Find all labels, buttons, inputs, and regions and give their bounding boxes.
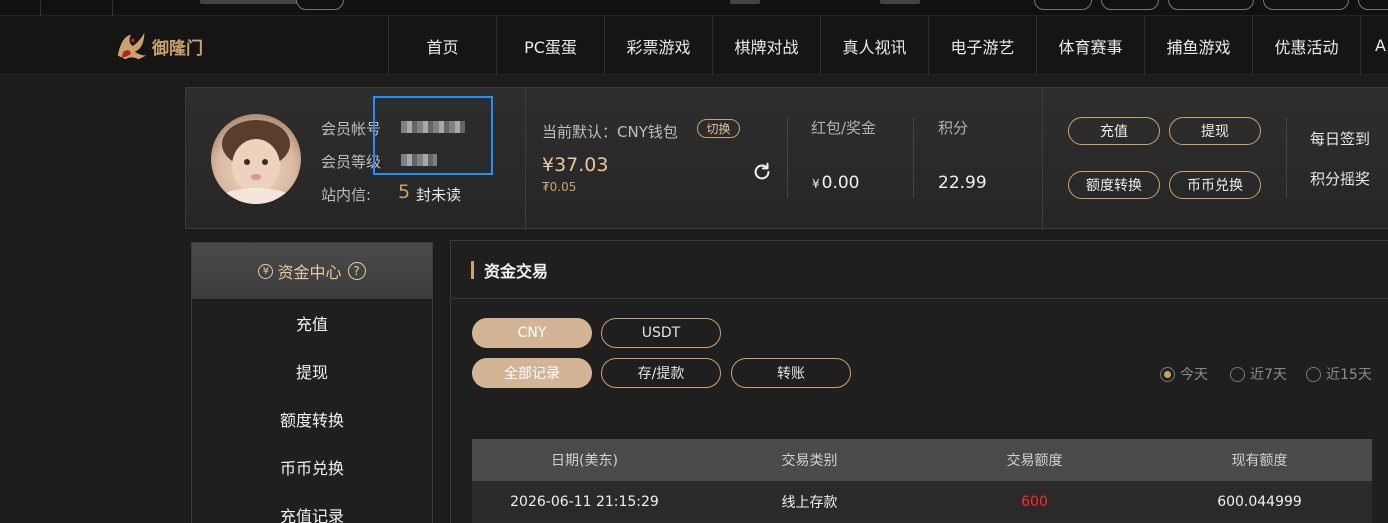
unread-suffix[interactable]: 封未读: [416, 184, 461, 205]
sidebar-item-deposit-records[interactable]: 充值记录: [192, 491, 432, 523]
deposit-button[interactable]: 充值: [1068, 117, 1160, 145]
top-utility-bar: [0, 0, 1388, 16]
title-accent-bar: [471, 260, 474, 279]
account-label: 会员帐号: [321, 120, 382, 138]
radio-icon: [1230, 366, 1245, 382]
divider: [1042, 88, 1043, 230]
cell-date: 2026-06-11 21:15:29: [510, 494, 659, 510]
range-label: 今天: [1180, 367, 1208, 383]
wallet-balance: ¥37.03: [542, 154, 609, 176]
avatar[interactable]: [211, 114, 301, 204]
user-info-bar: 会员帐号 会员等级 站内信: 5 封未读 当前默认：CNY钱包 切换 ¥37.0…: [185, 87, 1388, 230]
divider: [913, 118, 914, 198]
range-7-days[interactable]: 近7天: [1230, 364, 1287, 384]
cell-type: 线上存款: [781, 495, 838, 511]
points-lottery-link[interactable]: 积分摇奖: [1310, 168, 1370, 189]
bonus-amount: 0.00: [821, 173, 860, 193]
bonus-value: ¥0.00: [812, 173, 860, 193]
nav-item-cropped[interactable]: A: [1360, 16, 1388, 75]
tab-currency-usdt[interactable]: USDT: [601, 318, 721, 348]
nav-item-home[interactable]: 首页: [388, 16, 496, 75]
table-row: 2026-06-11 21:15:29 线上存款 600 600.044999: [472, 481, 1372, 523]
top-pill-button[interactable]: [1101, 0, 1159, 10]
tab-all-records[interactable]: 全部记录: [472, 358, 592, 388]
nav-items: 首页 PC蛋蛋 彩票游戏 棋牌对战 真人视讯 电子游艺 体育赛事 捕鱼游戏 优惠…: [388, 16, 1388, 75]
divider: [787, 118, 788, 198]
fund-center-sidebar: ¥ 资金中心 ? 充值 提现 额度转换 币币兑换 充值记录: [191, 242, 433, 523]
top-pill-button[interactable]: [296, 0, 344, 10]
exchange-button[interactable]: 币币兑换: [1169, 171, 1261, 199]
nav-item-slots[interactable]: 电子游艺: [928, 16, 1036, 75]
panel-title: 资金交易: [484, 261, 549, 281]
top-separator: [40, 0, 41, 16]
column-header-type: 交易类别: [781, 453, 838, 469]
divider: [1286, 118, 1287, 198]
withdraw-button[interactable]: 提现: [1169, 117, 1261, 145]
range-today[interactable]: 今天: [1160, 364, 1208, 384]
range-label: 近15天: [1326, 367, 1372, 383]
top-separator: [112, 0, 113, 16]
level-label: 会员等级: [321, 153, 382, 171]
main-nav: 御隆门 首页 PC蛋蛋 彩票游戏 棋牌对战 真人视讯 电子游艺 体育赛事 捕鱼游…: [0, 16, 1388, 75]
top-text-fragment: [880, 0, 920, 4]
transactions-table: 日期(美东) 交易类别 交易额度 现有额度 2026-06-11 21:15:2…: [472, 439, 1372, 523]
panel-header: 资金交易: [451, 241, 1388, 299]
nav-item-live-casino[interactable]: 真人视讯: [820, 16, 928, 75]
top-pill-button[interactable]: [1168, 0, 1254, 10]
nav-item-chess-cards[interactable]: 棋牌对战: [712, 16, 820, 75]
tab-currency-cny[interactable]: CNY: [472, 318, 592, 348]
nav-item-promotions[interactable]: 优惠活动: [1252, 16, 1360, 75]
nav-item-fishing[interactable]: 捕鱼游戏: [1144, 16, 1252, 75]
wallet-balance-usdt: ₮0.05: [542, 180, 577, 194]
sidebar-title: 资金中心: [277, 263, 342, 282]
top-text-fragment: [200, 0, 310, 4]
sidebar-item-withdraw[interactable]: 提现: [192, 347, 432, 395]
yen-icon: ¥: [258, 263, 274, 279]
divider: [525, 88, 526, 230]
tab-transfer[interactable]: 转账: [731, 358, 851, 388]
column-header-balance: 现有额度: [1231, 453, 1288, 469]
bonus-currency: ¥: [812, 177, 820, 191]
top-pill-button[interactable]: [1263, 0, 1349, 10]
radio-selected-icon: [1160, 366, 1175, 382]
nav-item-pc-egg[interactable]: PC蛋蛋: [496, 16, 604, 75]
tab-deposit-withdraw[interactable]: 存/提款: [601, 358, 721, 388]
nav-item-lottery[interactable]: 彩票游戏: [604, 16, 712, 75]
refresh-icon[interactable]: [751, 161, 773, 183]
sidebar-item-deposit[interactable]: 充值: [192, 299, 432, 347]
daily-checkin-link[interactable]: 每日签到: [1310, 128, 1370, 149]
baby-photo-icon: [216, 120, 296, 204]
range-15-days[interactable]: 近15天: [1306, 364, 1372, 384]
bonus-label: 红包/奖金: [811, 119, 877, 137]
site-logo[interactable]: 御隆门: [112, 26, 208, 66]
inbox-label: 站内信:: [321, 186, 372, 204]
radio-icon: [1306, 366, 1321, 382]
points-value: 22.99: [938, 173, 987, 193]
range-label: 近7天: [1250, 367, 1287, 383]
transfer-button[interactable]: 额度转换: [1068, 171, 1160, 199]
wallet-label: 当前默认：CNY钱包: [542, 123, 678, 141]
column-header-amount: 交易额度: [1006, 453, 1063, 469]
selection-highlight: [373, 96, 493, 175]
cell-balance: 600.044999: [1217, 494, 1302, 510]
top-text-fragment: [730, 0, 760, 4]
sidebar-item-transfer[interactable]: 额度转换: [192, 395, 432, 443]
sidebar-header: ¥ 资金中心 ?: [192, 243, 432, 299]
column-header-date: 日期(美东): [551, 453, 618, 469]
top-pill-button[interactable]: [1358, 0, 1388, 10]
fund-transactions-panel: 资金交易 CNY USDT 全部记录 存/提款 转账 今天 近7天 近15天 日…: [450, 240, 1388, 523]
unread-count[interactable]: 5: [398, 181, 410, 203]
sidebar-item-exchange[interactable]: 币币兑换: [192, 443, 432, 491]
help-icon[interactable]: ?: [347, 262, 366, 280]
nav-item-sports[interactable]: 体育赛事: [1036, 16, 1144, 75]
switch-wallet-button[interactable]: 切换: [697, 119, 740, 138]
top-pill-button[interactable]: [1034, 0, 1092, 10]
points-label: 积分: [938, 119, 969, 137]
table-header: 日期(美东) 交易类别 交易额度 现有额度: [472, 439, 1372, 481]
logo-text: 御隆门: [152, 38, 203, 59]
cell-amount: 600: [1021, 494, 1048, 510]
logo-dragon-icon: [117, 32, 147, 60]
